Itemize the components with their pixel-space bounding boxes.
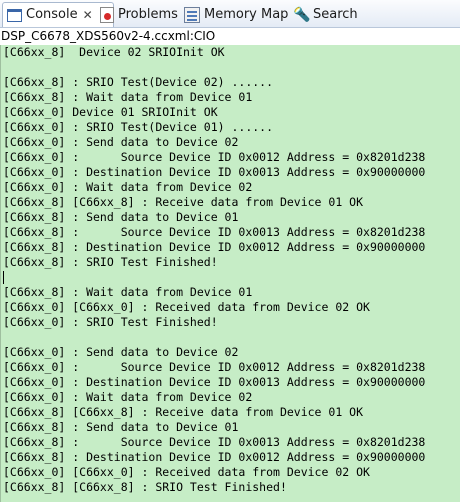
console-path-label: DSP_C6678_XDS560v2-4.ccxml:CIO [0,28,460,45]
console-line: [C66xx_0] : SRIO Test Finished! [3,315,218,329]
memory-map-icon [184,6,200,23]
tab-problems[interactable]: Problems [100,2,178,27]
console-line: [C66xx_0] Device 01 SRIOInit OK [3,105,218,119]
console-line: [C66xx_8] : SRIO Test(Device 02) ...... [3,75,274,89]
tab-console[interactable]: Console ✕ [2,2,114,27]
tab-memory-map-label: Memory Map [204,6,289,22]
view-tab-bar: Console ✕ Problems Memory Map 🔦 Search [0,0,460,28]
console-line: [C66xx_8] : Destination Device ID 0x0012… [3,240,426,254]
console-line: [C66xx_8] : Source Device ID 0x0013 Addr… [3,225,426,239]
console-line: [C66xx_8] Device 02 SRIOInit OK [3,45,225,59]
console-line: [C66xx_8] : Destination Device ID 0x0012… [3,450,426,464]
problems-icon [100,6,114,23]
text-cursor [3,271,4,284]
tab-console-label: Console [26,7,78,22]
console-line: [C66xx_0] : Destination Device ID 0x0013… [3,375,426,389]
console-line: [C66xx_0] : SRIO Test(Device 01) ...... [3,120,274,134]
tab-search-label: Search [313,6,358,22]
console-line: [C66xx_8] [C66xx_8] : SRIO Test Finished… [3,480,287,494]
tab-search[interactable]: 🔦 Search [293,2,358,27]
console-line: [C66xx_0] : Send data to Device 02 [3,345,239,359]
console-line: [C66xx_0] : Wait data from Device 02 [3,390,253,404]
console-output[interactable]: [C66xx_8] Device 02 SRIOInit OK [C66xx_8]… [0,45,460,502]
console-line: [C66xx_8] : Wait data from Device 01 [3,90,253,104]
console-line: [C66xx_0] : Source Device ID 0x0012 Addr… [3,150,426,164]
console-line: [C66xx_8] : Send data to Device 01 [3,210,239,224]
console-icon [7,8,22,22]
console-line: [C66xx_8] : Send data to Device 01 [3,420,239,434]
console-line: [C66xx_0] : Source Device ID 0x0012 Addr… [3,360,426,374]
console-line: [C66xx_0] : Wait data from Device 02 [3,180,253,194]
console-line: [C66xx_8] [C66xx_8] : Receive data from … [3,195,364,209]
search-icon: 🔦 [293,6,311,23]
console-line: [C66xx_8] : Wait data from Device 01 [3,285,253,299]
console-line: [C66xx_0] [C66xx_0] : Received data from… [3,300,370,314]
close-icon[interactable]: ✕ [83,8,93,22]
tab-problems-label: Problems [118,6,178,22]
console-line [3,270,460,285]
console-lines: [C66xx_8] Device 02 SRIOInit OK [C66xx_8]… [1,45,460,495]
console-line: [C66xx_0] : Send data to Device 02 [3,135,239,149]
console-line: [C66xx_8] : Source Device ID 0x0013 Addr… [3,435,426,449]
console-line: [C66xx_8] [C66xx_8] : Receive data from … [3,405,364,419]
console-line: [C66xx_8] : SRIO Test Finished! [3,255,218,269]
console-line: [C66xx_0] [C66xx_0] : Received data from… [3,465,370,479]
console-line: [C66xx_0] : Destination Device ID 0x0013… [3,165,426,179]
tab-memory-map[interactable]: Memory Map [184,2,288,27]
